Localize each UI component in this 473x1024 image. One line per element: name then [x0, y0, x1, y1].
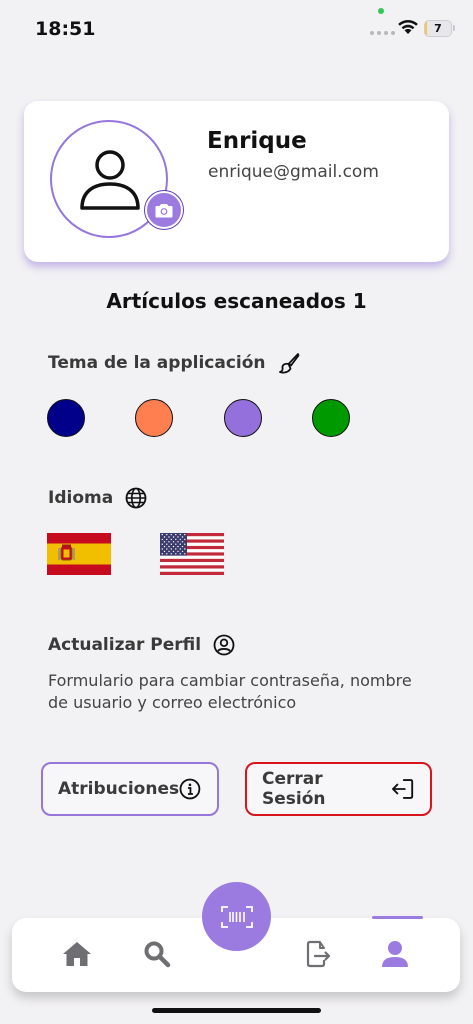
- change-photo-button[interactable]: [145, 191, 183, 229]
- status-bar: 18:51 7: [0, 0, 473, 60]
- language-section-title: Idioma: [48, 487, 147, 509]
- search-icon[interactable]: [143, 940, 171, 968]
- logout-button[interactable]: Cerrar Sesión: [245, 762, 432, 816]
- update-profile-title: Actualizar Perfil: [48, 635, 202, 655]
- battery-icon: 7: [424, 20, 452, 37]
- user-name: Enrique: [207, 128, 307, 154]
- scanned-count: Artículos escaneados 1: [106, 289, 367, 313]
- update-profile-link[interactable]: Actualizar Perfil: [48, 634, 235, 656]
- attributions-button[interactable]: Atribuciones: [41, 762, 219, 816]
- language-title-label: Idioma: [48, 488, 114, 508]
- attributions-label: Atribuciones: [58, 779, 180, 799]
- info-icon: [179, 778, 201, 800]
- theme-section-title: Tema de la applicación: [48, 352, 300, 374]
- theme-color-navy[interactable]: [47, 399, 85, 437]
- battery-tip: [453, 25, 455, 31]
- usa-flag-button[interactable]: [160, 533, 224, 575]
- privacy-indicator: [378, 8, 384, 14]
- logout-label: Cerrar Sesión: [262, 769, 326, 809]
- update-profile-description: Formulario para cambiar contraseña, nomb…: [48, 671, 412, 712]
- theme-title-label: Tema de la applicación: [48, 353, 266, 373]
- file-export-icon[interactable]: [305, 940, 331, 968]
- nav-active-indicator: [372, 916, 423, 919]
- spain-flag-button[interactable]: [47, 533, 111, 575]
- paintbrush-icon: [278, 353, 299, 374]
- globe-icon: [125, 487, 147, 509]
- camera-icon: [155, 203, 173, 217]
- home-icon[interactable]: [62, 940, 92, 968]
- theme-color-green[interactable]: [312, 399, 350, 437]
- scan-button[interactable]: [202, 882, 271, 951]
- user-icon[interactable]: [381, 940, 409, 968]
- user-circle-icon: [213, 634, 235, 656]
- theme-color-purple[interactable]: [224, 399, 262, 437]
- home-indicator: [152, 1008, 321, 1013]
- barcode-scan-icon: [220, 905, 253, 928]
- user-icon: [80, 150, 140, 210]
- battery-level: 7: [434, 22, 442, 35]
- theme-color-options: [47, 399, 367, 439]
- user-email: enrique@gmail.com: [208, 162, 379, 182]
- theme-color-coral[interactable]: [135, 399, 173, 437]
- profile-card: Enrique enrique@gmail.com: [24, 101, 449, 262]
- status-time: 18:51: [35, 18, 96, 40]
- wifi-icon: [398, 19, 418, 34]
- logout-icon: [392, 779, 414, 799]
- cellular-signal-icon: [370, 31, 395, 35]
